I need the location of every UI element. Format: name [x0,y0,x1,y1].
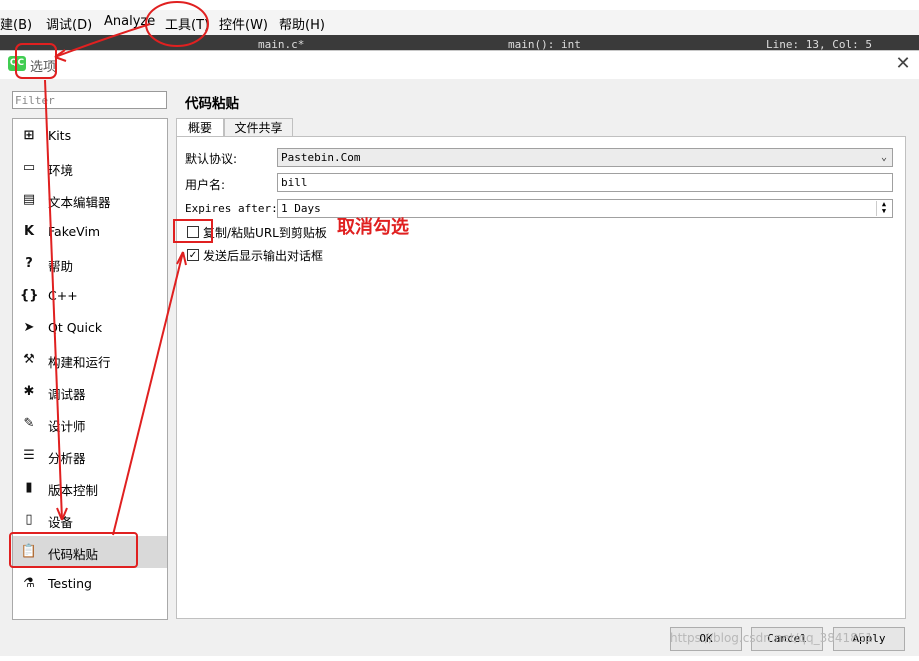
menu-tools[interactable]: 工具(T) [165,14,209,33]
expires-label: Expires after: [185,202,278,215]
category-label: Testing [48,576,92,591]
flask-icon: ⚗ [23,576,35,591]
background-strip [0,0,919,10]
show-output-label: 发送后显示输出对话框 [203,249,324,263]
category-item[interactable]: ➤ Qt Quick [13,312,167,344]
watermark: https://blog.csdn.net/qq_3841851 [670,631,874,645]
clipboard-icon: 📋 [20,544,38,559]
menu-analyze[interactable]: Analyze [104,14,155,29]
category-label: 设计师 [48,419,86,434]
menu-debug[interactable]: 调试(D) [46,14,92,33]
chevron-down-icon: ⌄ [880,152,887,163]
category-list: ⊞ Kits ▭ 环境 ▤ 文本编辑器 K FakeVim? 帮助 {} C++ ➤ Qt Quick ⚒… [12,118,168,620]
copy-url-checkbox[interactable] [187,226,199,238]
braces-icon: {} [20,288,39,303]
pencil-icon: ✎ [23,416,35,431]
category-label: 设备 [48,515,74,530]
protocol-value: Pastebin.Com [281,151,361,164]
bug-icon: ✱ [23,384,35,399]
category-item[interactable]: ▭ 环境 [13,152,167,184]
category-label: 环境 [48,163,74,178]
analyzer-icon: ☰ [23,448,35,463]
category-label: 分析器 [48,451,86,466]
monitor-icon: ▭ [22,160,36,175]
dialog-titlebar: QC 选项 ✕ [0,51,919,79]
annotation-note: 取消勾选 [337,217,409,238]
hammer-icon: ⚒ [23,352,35,367]
category-item[interactable]: ⚒ 构建和运行 [13,344,167,376]
menu-build[interactable]: 建(B) [0,14,32,33]
show-output-checkbox[interactable]: ✓ [187,249,199,261]
fakevim-icon: K [23,224,35,239]
options-dialog: QC 选项 ✕ ⊞ Kits ▭ 环境 ▤ 文本编辑器 K FakeVim? 帮助 {} C++ ➤ Q… [0,50,919,656]
category-item[interactable]: K FakeVim [13,216,167,248]
text-editor-icon: ▤ [22,192,36,207]
dialog-title: 选项 [30,60,57,75]
category-label: C++ [48,288,78,303]
category-item[interactable]: ✎ 设计师 [13,408,167,440]
category-item[interactable]: ▤ 文本编辑器 [13,184,167,216]
page-title: 代码粘贴 [185,96,239,112]
protocol-select[interactable]: Pastebin.Com ⌄ [277,148,893,167]
category-item[interactable]: ✱ 调试器 [13,376,167,408]
category-label: 调试器 [48,387,86,402]
category-item[interactable]: ▯ 设备 [13,504,167,536]
category-label: Kits [48,128,72,143]
username-input[interactable]: bill [277,173,893,192]
category-item[interactable]: ⚗ Testing [13,568,167,600]
category-item[interactable]: ⊞ Kits [13,120,167,152]
category-label: FakeVim [48,224,101,239]
category-label: Qt Quick [48,320,103,335]
category-label: 文本编辑器 [48,195,111,210]
vcs-icon: ▮ [25,480,33,495]
tab-file-share[interactable]: 文件共享 [224,118,293,137]
filter-input[interactable] [12,91,167,109]
username-value: bill [281,176,308,189]
protocol-label: 默认协议: [185,152,238,166]
close-icon[interactable]: ✕ [893,54,913,74]
category-item[interactable]: ▮ 版本控制 [13,472,167,504]
username-label: 用户名: [185,178,226,192]
qtquick-icon: ➤ [23,320,35,335]
tab-overview[interactable]: 概要 [176,118,224,137]
copy-url-label: 复制/粘贴URL到剪贴板 [203,226,327,240]
menu-controls[interactable]: 控件(W) [219,14,268,33]
category-item[interactable]: {} C++ [13,280,167,312]
qt-creator-app-icon: QC [8,56,26,71]
category-label: 版本控制 [48,483,99,498]
menu-help[interactable]: 帮助(H) [279,14,325,33]
main-menubar: 建(B) 调试(D) Analyze 工具(T) 控件(W) 帮助(H) [0,10,919,35]
expires-value: 1 Days [281,202,321,215]
category-item[interactable]: 📋 代码粘贴 [13,536,167,568]
kits-icon: ⊞ [23,128,35,143]
category-label: 帮助 [48,259,74,274]
category-item[interactable]: ? 帮助 [13,248,167,280]
device-icon: ▯ [25,512,33,527]
spin-arrows-icon[interactable]: ▲ ▼ [876,201,891,216]
category-label: 构建和运行 [48,355,111,370]
category-item[interactable]: ☰ 分析器 [13,440,167,472]
help-icon: ? [25,256,33,271]
category-label: 代码粘贴 [48,547,99,562]
